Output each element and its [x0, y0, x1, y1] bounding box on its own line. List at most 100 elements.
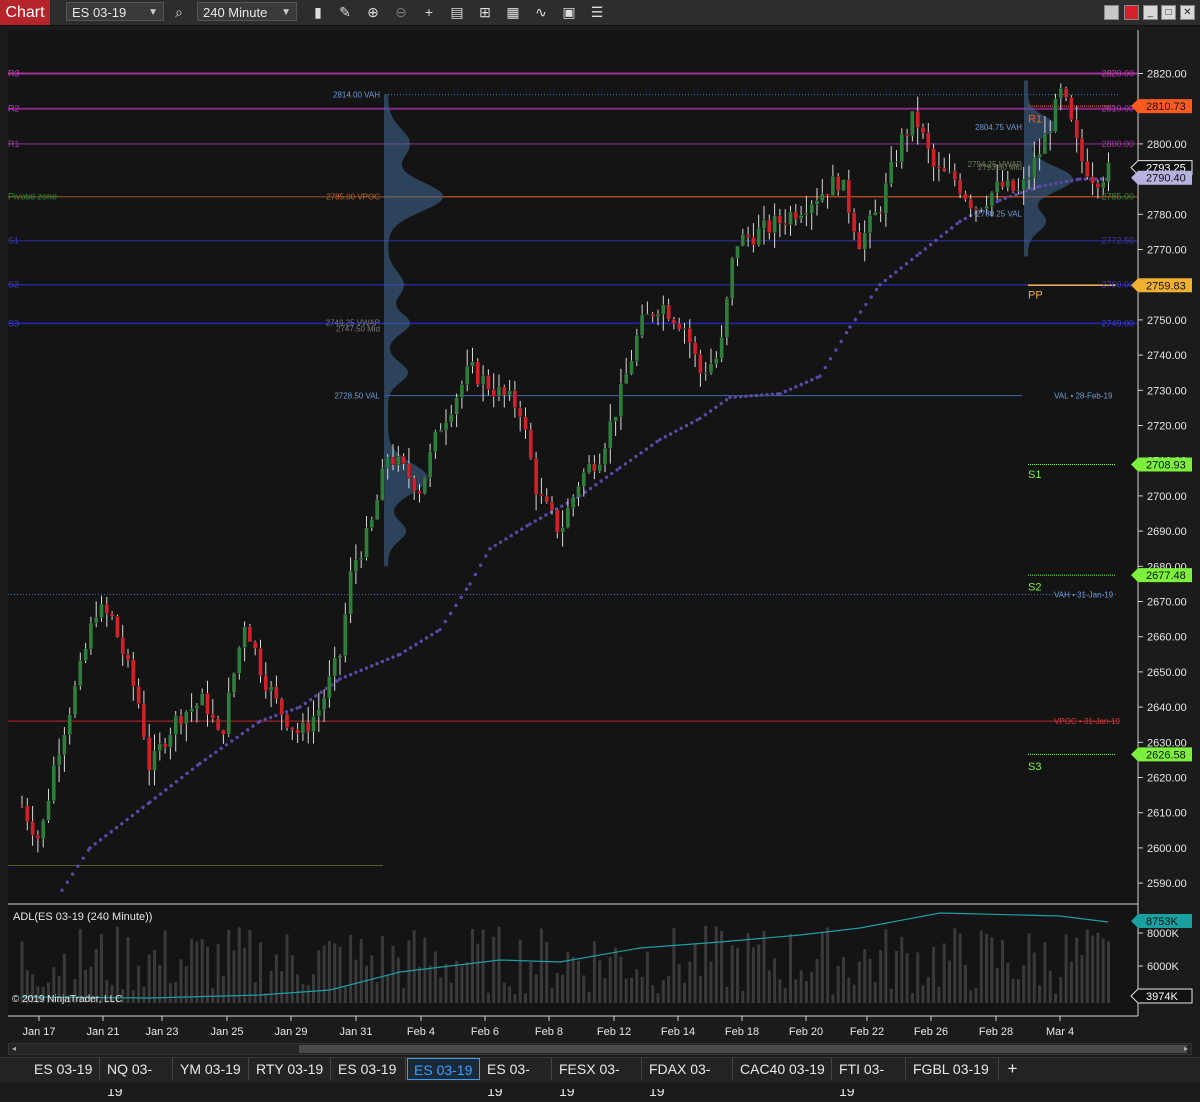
- zoom-in-icon[interactable]: ⊕: [364, 3, 382, 21]
- instrument-tab[interactable]: ES 03-19: [332, 1058, 406, 1080]
- instrument-tab[interactable]: FTI 03-19: [833, 1058, 906, 1099]
- vwap-dot: [335, 679, 339, 683]
- scroll-right-icon[interactable]: ▸: [1181, 1044, 1191, 1054]
- candle-body: [136, 685, 141, 704]
- candle-body: [952, 170, 957, 180]
- volume-bar: [863, 949, 867, 1003]
- price-tick-label: 2660.00: [1147, 632, 1187, 644]
- bar-type-icon[interactable]: ▮: [309, 3, 327, 21]
- volume-bar: [216, 943, 220, 1003]
- price-tick-label: 2620.00: [1147, 773, 1187, 785]
- candle-body: [936, 166, 942, 169]
- volume-bar: [375, 982, 379, 1003]
- crosshair-icon[interactable]: +: [420, 3, 438, 21]
- pivot-left-label: R2: [8, 104, 20, 114]
- volume-bar: [190, 938, 194, 1003]
- candle-body: [385, 457, 390, 469]
- instrument-selector[interactable]: ES 03-19 ▼: [66, 2, 164, 21]
- indicators-icon[interactable]: ⊞: [476, 3, 494, 21]
- instrument-tab[interactable]: NQ 03-19: [101, 1058, 173, 1099]
- volume-bar: [736, 947, 739, 1003]
- vwap-dot: [770, 392, 775, 397]
- instrument-tab[interactable]: FESX 03-19: [553, 1058, 642, 1099]
- scroll-left-icon[interactable]: ◂: [9, 1044, 19, 1054]
- date-tick-label: Feb 26: [914, 1026, 948, 1038]
- vwap-dot: [88, 846, 92, 850]
- volume-bar: [449, 982, 453, 1003]
- candle-body: [523, 416, 528, 430]
- volume-bar: [428, 965, 432, 1003]
- vwap-dot: [158, 792, 163, 796]
- candle-body: [634, 335, 639, 362]
- add-tab-button[interactable]: +: [1000, 1058, 1025, 1080]
- volume-bar: [587, 991, 591, 1003]
- vwap-dot: [148, 800, 152, 804]
- vwap-dot: [674, 429, 678, 433]
- volume-bar: [418, 966, 421, 1003]
- interval-selector[interactable]: 240 Minute ▼: [197, 2, 297, 21]
- date-tick-label: Feb 12: [597, 1026, 631, 1038]
- vwap-dot: [525, 524, 529, 528]
- volume-bar: [1043, 942, 1047, 1003]
- volume-bar: [905, 952, 909, 1003]
- templates-icon[interactable]: ∿: [532, 3, 550, 21]
- volume-bar: [349, 935, 353, 1003]
- volume-bar: [1091, 935, 1095, 1003]
- vwap-dot: [783, 389, 787, 394]
- properties-icon[interactable]: ▣: [560, 3, 578, 21]
- candle-body: [364, 527, 369, 558]
- search-icon[interactable]: ⌕: [170, 3, 188, 21]
- color-icon[interactable]: [1104, 5, 1119, 20]
- close-icon[interactable]: [1124, 5, 1139, 20]
- vwap-dot: [765, 393, 769, 397]
- volume-bar: [545, 942, 549, 1003]
- zoom-out-icon[interactable]: ⊖: [392, 3, 410, 21]
- draw-icon[interactable]: ✎: [336, 3, 354, 21]
- instrument-tab-active[interactable]: ES 03-19: [407, 1058, 480, 1080]
- indicator-tick-label: 6000K: [1147, 961, 1179, 973]
- recent-profile-label: 2793.50 Mid: [978, 163, 1022, 172]
- candle-body: [46, 800, 51, 821]
- vwap-dot: [724, 398, 729, 402]
- candle-body: [480, 375, 486, 385]
- strategies-icon[interactable]: ▦: [504, 3, 522, 21]
- vwap-dot: [203, 757, 207, 762]
- volume-bar: [396, 957, 400, 1003]
- vwap-dot: [1035, 185, 1039, 189]
- candle-body: [348, 571, 353, 615]
- candle-body: [830, 176, 836, 196]
- candle-body: [767, 219, 772, 233]
- volume-bar: [900, 936, 904, 1003]
- instrument-tab[interactable]: CAC40 03-19: [734, 1058, 832, 1080]
- instrument-tab[interactable]: ES 03-19: [481, 1058, 552, 1099]
- instrument-tab[interactable]: FDAX 03-19: [643, 1058, 733, 1099]
- scroll-thumb[interactable]: [299, 1045, 1187, 1053]
- minimize-icon[interactable]: _: [1143, 5, 1158, 20]
- instrument-tab[interactable]: ES 03-19: [28, 1058, 100, 1080]
- vwap-dot: [246, 728, 250, 732]
- instrument-tab[interactable]: RTY 03-19: [250, 1058, 331, 1080]
- price-chart[interactable]: R3 R2 R1 Pivotal zone S1 S2 S3 2820.00 2810.00 28…: [0, 26, 1200, 1043]
- close-window-icon[interactable]: ✕: [1180, 5, 1195, 20]
- vwap-dot: [963, 216, 967, 221]
- candle-body: [682, 328, 687, 330]
- volume-bar: [550, 988, 554, 1003]
- chart-trader-icon[interactable]: ☰: [588, 3, 606, 21]
- vwap-dot: [904, 262, 909, 266]
- horizontal-scrollbar[interactable]: ◂ ▸: [8, 1043, 1192, 1055]
- instrument-tab[interactable]: YM 03-19: [174, 1058, 249, 1080]
- candle-body: [963, 193, 968, 200]
- chart-window-label[interactable]: Chart: [0, 0, 50, 25]
- instrument-tab[interactable]: FGBL 03-19: [907, 1058, 999, 1080]
- volume-bar: [312, 974, 315, 1003]
- candle-body: [491, 389, 496, 397]
- date-tick-label: Jan 17: [22, 1026, 55, 1038]
- maximize-icon[interactable]: □: [1161, 5, 1176, 20]
- price-tick-label: 2740.00: [1147, 350, 1187, 362]
- candle-body: [327, 676, 332, 699]
- data-box-icon[interactable]: ▤: [448, 3, 466, 21]
- volume-bar: [566, 951, 570, 1003]
- price-tick-label: 2700.00: [1147, 491, 1187, 503]
- vwap-dot: [684, 423, 689, 428]
- level-right-label: 2820.00: [1101, 69, 1134, 79]
